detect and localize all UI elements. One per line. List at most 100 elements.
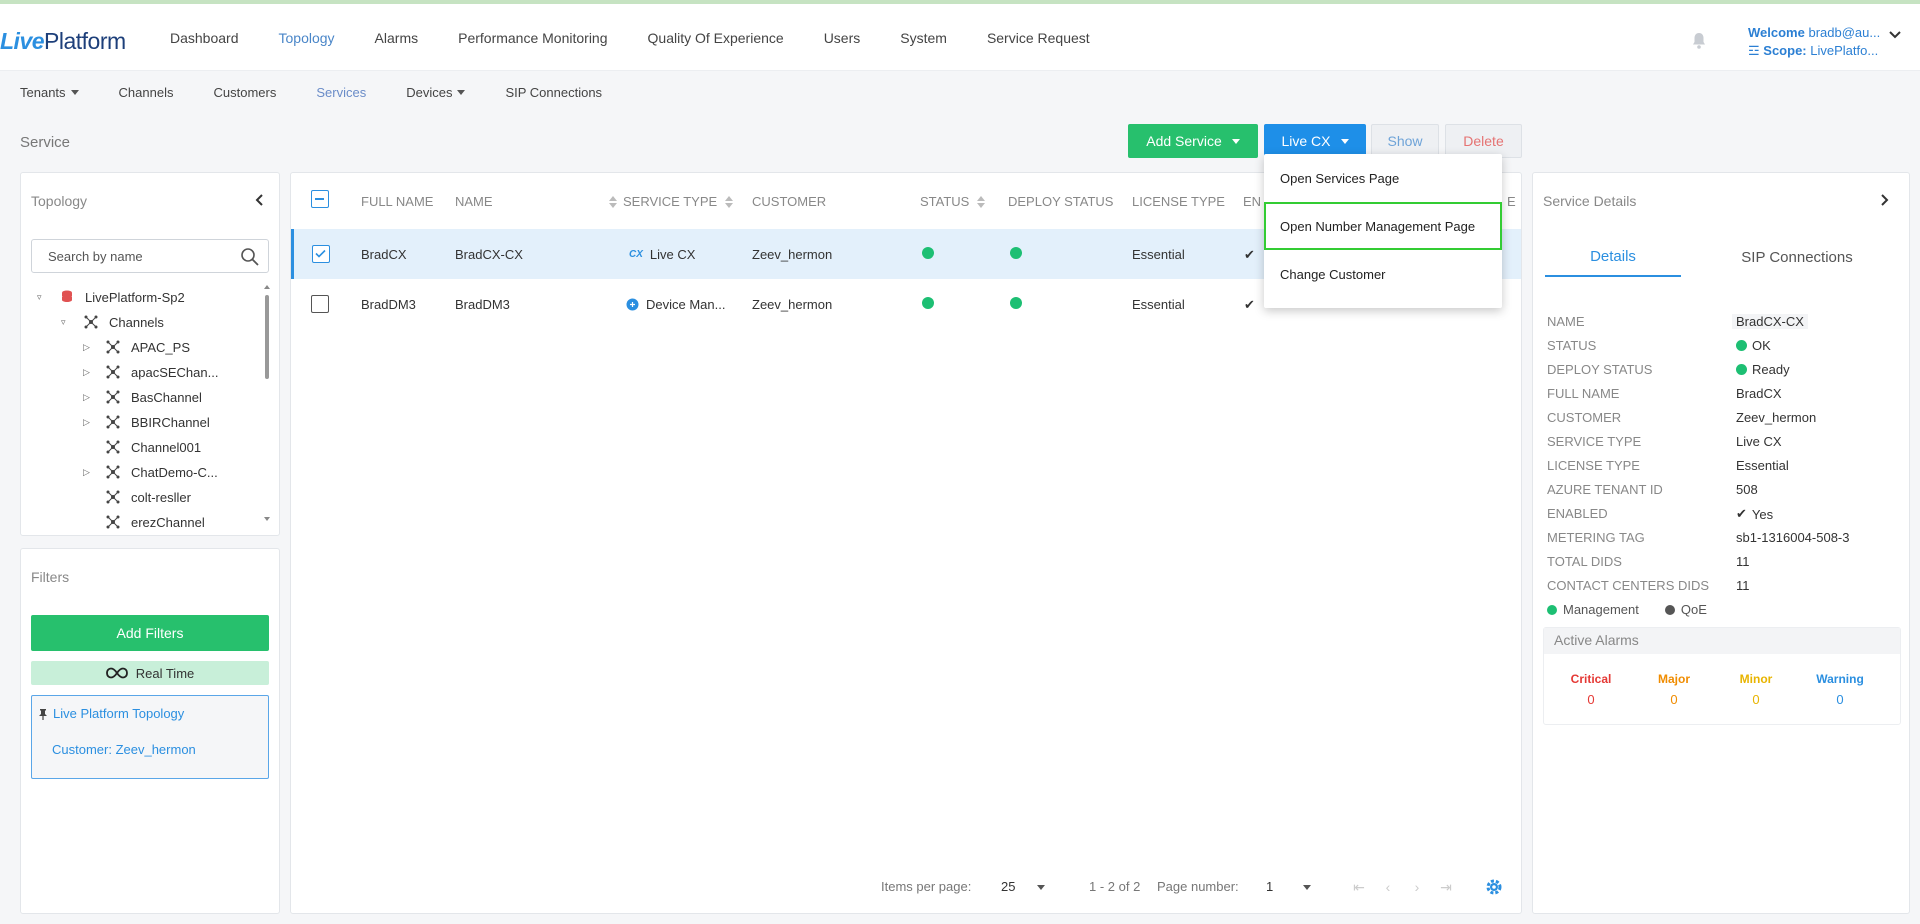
nav-topology[interactable]: Topology [279, 30, 335, 46]
active-filter-box[interactable]: Live Platform Topology Customer: Zeev_he… [31, 695, 269, 779]
tree-node-colt-resller[interactable]: colt-resller [105, 487, 191, 507]
nav-performance-monitoring[interactable]: Performance Monitoring [458, 30, 607, 46]
next-page-icon[interactable]: › [1405, 875, 1429, 899]
scroll-down-icon[interactable] [264, 517, 270, 521]
menu-change-customer[interactable]: Change Customer [1264, 250, 1502, 298]
tree-node-liveplatform[interactable]: ▿ LivePlatform-Sp2 [37, 287, 185, 307]
column-status[interactable]: STATUS [920, 194, 986, 209]
prev-page-icon[interactable]: ‹ [1376, 875, 1400, 899]
alarm-critical-count[interactable]: 0 [1556, 692, 1626, 707]
collapsed-toggle-icon[interactable]: ▷ [83, 392, 93, 403]
page-number-select[interactable]: 1 [1266, 879, 1312, 894]
select-all-checkbox[interactable] [311, 190, 329, 208]
real-time-toggle[interactable]: Real Time [31, 661, 269, 685]
tree-node-channels[interactable]: ▿ Channels [61, 312, 164, 332]
show-button[interactable]: Show [1371, 124, 1439, 158]
scrollbar-thumb[interactable] [265, 295, 269, 379]
tree-scrollbar[interactable] [263, 285, 271, 523]
user-info[interactable]: Welcome bradb@au... ☲ Scope: LivePlatfo.… [1748, 24, 1880, 60]
detail-enabled-value: ✔ Yes [1736, 506, 1773, 522]
tree-node-bbirchannel[interactable]: ▷ BBIRChannel [83, 412, 210, 432]
subnav-tenants[interactable]: Tenants [20, 85, 79, 100]
nav-alarms[interactable]: Alarms [375, 30, 419, 46]
items-per-page-label: Items per page: [881, 879, 972, 894]
sort-icon[interactable] [977, 195, 986, 208]
search-icon[interactable] [240, 247, 260, 267]
subnav-channels[interactable]: Channels [119, 85, 174, 100]
column-customer[interactable]: CUSTOMER [752, 194, 826, 209]
row-checkbox[interactable] [312, 245, 330, 263]
tree-node-apacsechan[interactable]: ▷ apacSEChan... [83, 362, 218, 382]
column-name[interactable]: NAME [455, 194, 617, 209]
add-filters-button[interactable]: Add Filters [31, 615, 269, 651]
items-per-page-select[interactable]: 25 [1001, 879, 1046, 894]
service-type-label: Device Man... [646, 297, 726, 312]
expand-panel-icon[interactable] [1877, 193, 1891, 207]
alarm-warning-count[interactable]: 0 [1805, 692, 1875, 707]
nav-service-request[interactable]: Service Request [987, 30, 1090, 46]
live-cx-button[interactable]: Live CX [1264, 124, 1366, 158]
collapse-panel-icon[interactable] [253, 193, 267, 207]
tree-node-label: BBIRChannel [131, 414, 210, 430]
row-checkbox[interactable] [311, 295, 329, 313]
column-label: FULL NAME [361, 194, 434, 209]
network-icon [106, 365, 120, 379]
tab-sip-connections[interactable]: SIP Connections [1709, 237, 1885, 277]
page-title: Service [20, 134, 71, 151]
alarm-minor-count[interactable]: 0 [1721, 692, 1791, 707]
subnav-customers[interactable]: Customers [213, 85, 276, 100]
subnav-devices[interactable]: Devices [406, 85, 466, 100]
add-service-button[interactable]: Add Service [1128, 124, 1258, 158]
network-icon [106, 340, 120, 354]
chevron-down-icon[interactable] [1888, 28, 1902, 42]
nav-quality-of-experience[interactable]: Quality Of Experience [648, 30, 784, 46]
collapsed-toggle-icon[interactable]: ▷ [83, 342, 93, 353]
cell-deploy-status [1010, 297, 1022, 309]
expanded-toggle-icon[interactable]: ▿ [61, 317, 71, 328]
nav-system[interactable]: System [900, 30, 947, 46]
column-deploy-status[interactable]: DEPLOY STATUS [1008, 194, 1113, 209]
deploy-ready-dot [1010, 247, 1022, 259]
nav-dashboard[interactable]: Dashboard [170, 30, 239, 46]
welcome-label: Welcome [1748, 25, 1805, 40]
alarm-major-count[interactable]: 0 [1639, 692, 1709, 707]
filters-panel: Filters Add Filters Real Time Live Platf… [20, 548, 280, 914]
bell-icon[interactable] [1691, 32, 1707, 50]
delete-button[interactable]: Delete [1445, 124, 1522, 158]
detail-status-value: OK [1736, 338, 1771, 353]
column-service-type[interactable]: SERVICE TYPE [623, 194, 734, 209]
sort-icon[interactable] [725, 195, 734, 208]
last-page-icon[interactable]: ⇥ [1434, 875, 1458, 899]
column-license-type[interactable]: LICENSE TYPE [1132, 194, 1225, 209]
menu-open-services-page[interactable]: Open Services Page [1264, 154, 1502, 202]
tree-node-erezchannel[interactable]: erezChannel [105, 512, 205, 532]
tree-node-baschannel[interactable]: ▷ BasChannel [83, 387, 202, 407]
gear-icon[interactable] [1485, 878, 1503, 896]
tree-node-chatdemo[interactable]: ▷ ChatDemo-C... [83, 462, 218, 482]
live-cx-dropdown-menu: Open Services Page Open Number Managemen… [1264, 154, 1502, 308]
column-full-name[interactable]: FULL NAME [361, 194, 433, 209]
scroll-up-icon[interactable] [264, 285, 270, 289]
topology-search-input[interactable] [48, 241, 238, 271]
sort-icon[interactable] [608, 195, 617, 208]
management-legend-dot [1547, 604, 1557, 615]
liveplatform-logo[interactable]: LivePlatform [0, 28, 126, 55]
collapsed-toggle-icon[interactable]: ▷ [83, 417, 93, 428]
menu-open-number-management-page[interactable]: Open Number Management Page [1264, 202, 1502, 250]
collapsed-toggle-icon[interactable]: ▷ [83, 467, 93, 478]
infinity-icon [105, 667, 128, 679]
tab-details[interactable]: Details [1545, 237, 1681, 277]
detail-customer-value: Zeev_hermon [1736, 410, 1817, 425]
tree-node-channel001[interactable]: Channel001 [105, 437, 201, 457]
first-page-icon[interactable]: ⇤ [1347, 875, 1371, 899]
caret-down-icon [1037, 885, 1046, 891]
expanded-toggle-icon[interactable]: ▿ [37, 292, 47, 303]
column-enabled[interactable]: EN [1243, 194, 1261, 209]
tree-node-apac-ps[interactable]: ▷ APAC_PS [83, 337, 190, 357]
subnav-sip-connections[interactable]: SIP Connections [505, 85, 602, 100]
nav-users[interactable]: Users [824, 30, 861, 46]
collapsed-toggle-icon[interactable]: ▷ [83, 367, 93, 378]
column-trailing[interactable]: E [1507, 194, 1516, 209]
subnav-services[interactable]: Services [316, 85, 366, 100]
qoe-legend-dot [1664, 604, 1675, 615]
